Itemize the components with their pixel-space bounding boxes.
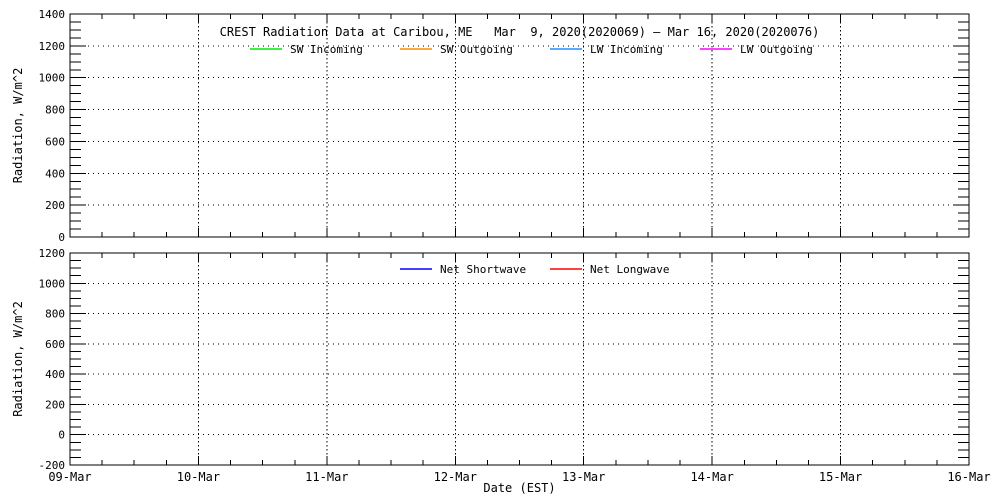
y-tick-label: 1200	[39, 40, 66, 53]
y-tick-label: 400	[45, 167, 65, 180]
legend-label: LW Incoming	[590, 43, 663, 56]
legend-label: LW Outgoing	[740, 43, 813, 56]
y-tick-label: 1000	[39, 277, 66, 290]
y-tick-label: 800	[45, 104, 65, 117]
radiation-plot-page: 0 200 400 600 800 1000 1200 1400 CREST Radiation…	[0, 0, 1000, 500]
y-tick-label: 200	[45, 398, 65, 411]
x-tick-label: 14-Mar	[690, 470, 733, 484]
y-tick-label: 600	[45, 135, 65, 148]
legend-label: Net Longwave	[590, 263, 669, 276]
x-tick-label: 11-Mar	[305, 470, 348, 484]
y-tick-label: 1200	[39, 247, 66, 260]
y-tick-label: 200	[45, 199, 65, 212]
legend-label: SW Outgoing	[440, 43, 513, 56]
y-tick-label: 1000	[39, 72, 66, 85]
y-tick-label: 0	[58, 429, 65, 442]
x-tick-label: 16-Mar	[947, 470, 990, 484]
y-tick-label: 800	[45, 308, 65, 321]
radiation-chart: 0 200 400 600 800 1000 1200 1400 CREST Radiation…	[0, 0, 1000, 500]
panel-2-frame	[70, 253, 969, 465]
y-axis-label: Radiation, W/m^2	[11, 68, 25, 184]
legend-label: Net Shortwave	[440, 263, 526, 276]
y-tick-label: 0	[58, 231, 65, 244]
x-tick-label: 09-Mar	[48, 470, 91, 484]
x-tick-label: 15-Mar	[819, 470, 862, 484]
y-tick-label: 400	[45, 368, 65, 381]
panel-1-frame	[70, 14, 969, 237]
x-tick-label: 13-Mar	[562, 470, 605, 484]
y-tick-label: 600	[45, 338, 65, 351]
legend-label: SW Incoming	[290, 43, 363, 56]
chart-title: CREST Radiation Data at Caribou, ME Mar …	[220, 25, 820, 39]
y-axis-label: Radiation, W/m^2	[11, 301, 25, 417]
x-tick-label: 10-Mar	[177, 470, 220, 484]
x-tick-label: 12-Mar	[434, 470, 477, 484]
y-tick-label: 1400	[39, 8, 66, 21]
x-axis-label: Date (EST)	[483, 481, 555, 495]
